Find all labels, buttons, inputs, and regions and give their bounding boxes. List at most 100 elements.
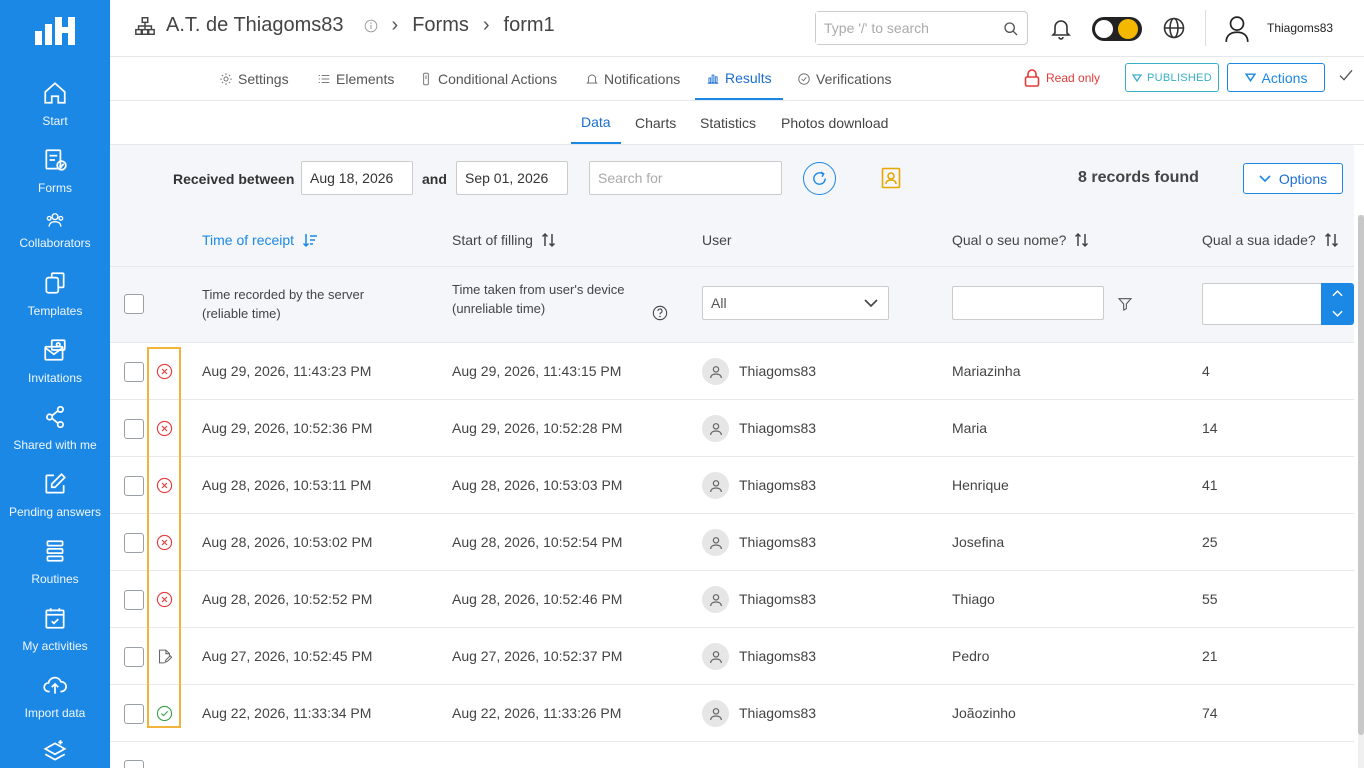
edit-icon xyxy=(45,473,66,494)
table-row[interactable]: Aug 27, 2026, 10:52:45 PM Aug 27, 2026, 1… xyxy=(110,628,1354,685)
sidebar-item-activities[interactable]: My activities xyxy=(0,605,110,667)
column-user[interactable]: User xyxy=(702,232,732,248)
app-logo[interactable] xyxy=(0,0,110,62)
user-filter-value: All xyxy=(711,295,727,311)
date-to-input[interactable]: Sep 01, 2026 xyxy=(456,161,568,195)
receipt-note: Time recorded by the server (reliable ti… xyxy=(202,285,364,323)
cell-time-of-receipt: Aug 28, 2026, 10:53:02 PM xyxy=(202,534,373,550)
column-time-of-receipt[interactable]: Time of receipt xyxy=(202,232,318,248)
invitations-icon xyxy=(44,339,66,361)
scrollbar-thumb[interactable] xyxy=(1358,215,1364,735)
column-name[interactable]: Qual o seu nome? xyxy=(952,232,1090,248)
select-all-checkbox[interactable] xyxy=(124,294,144,314)
help-icon[interactable] xyxy=(652,305,668,321)
published-button[interactable]: PUBLISHED xyxy=(1125,63,1219,92)
row-checkbox[interactable] xyxy=(124,647,144,667)
row-checkbox[interactable] xyxy=(124,704,144,724)
tab-settings[interactable]: Settings xyxy=(219,57,289,100)
filter-icon[interactable] xyxy=(1117,296,1133,312)
crumb-forms[interactable]: Forms xyxy=(412,14,469,37)
read-only-label: Read only xyxy=(1046,71,1101,85)
cell-name: Joãozinho xyxy=(952,705,1016,721)
user-name[interactable]: Thiagoms83 xyxy=(1267,21,1333,35)
row-checkbox[interactable] xyxy=(124,419,144,439)
filling-note-line1: Time taken from user's device xyxy=(452,282,625,297)
forms-icon xyxy=(45,149,67,171)
workspace-title[interactable]: A.T. de Thiagoms83 xyxy=(166,14,344,37)
records-search-input[interactable]: Search for xyxy=(589,161,782,195)
tab-notifications[interactable]: Notifications xyxy=(585,57,680,100)
subtab-data[interactable]: Data xyxy=(571,101,621,144)
table-row[interactable]: Aug 29, 2026, 11:43:23 PM Aug 29, 2026, 1… xyxy=(110,343,1354,400)
row-checkbox[interactable] xyxy=(124,533,144,553)
column-label: Time of receipt xyxy=(202,232,295,248)
sidebar-item-import[interactable]: Import data xyxy=(0,672,110,734)
cloud-upload-icon xyxy=(43,676,67,694)
sidebar-item-templates[interactable]: Templates xyxy=(0,270,110,332)
refresh-button[interactable] xyxy=(803,162,836,195)
tab-verifications[interactable]: Verifications xyxy=(797,57,891,100)
tab-label: Verifications xyxy=(816,70,892,87)
sidebar-item-forms[interactable]: Forms xyxy=(0,147,110,209)
crumb-form[interactable]: form1 xyxy=(504,14,555,37)
row-checkbox[interactable] xyxy=(124,590,144,610)
globe-icon[interactable] xyxy=(1162,16,1186,40)
subtab-photos-download[interactable]: Photos download xyxy=(781,101,888,144)
chevron-down-icon[interactable] xyxy=(1332,310,1343,318)
user-icon xyxy=(709,707,722,720)
actions-button[interactable]: Actions xyxy=(1227,63,1325,92)
row-checkbox[interactable] xyxy=(124,476,144,496)
column-label: User xyxy=(702,232,732,248)
theme-toggle[interactable] xyxy=(1092,17,1142,41)
divider xyxy=(1205,10,1206,46)
org-chart-icon xyxy=(135,16,155,35)
sidebar-item-routines[interactable]: Routines xyxy=(0,538,110,600)
table-row[interactable]: Aug 28, 2026, 10:53:02 PM Aug 28, 2026, 1… xyxy=(110,514,1354,571)
cell-user: Thiagoms83 xyxy=(739,705,817,721)
check-icon[interactable] xyxy=(1338,67,1354,83)
chevron-right-icon: › xyxy=(482,14,490,36)
subtab-charts[interactable]: Charts xyxy=(635,101,676,144)
cell-age: 55 xyxy=(1202,591,1218,607)
sidebar-item-collaborators[interactable]: Collaborators xyxy=(0,210,110,272)
global-search-input[interactable] xyxy=(816,12,996,44)
name-filter-input[interactable] xyxy=(952,286,1104,320)
cell-user: Thiagoms83 xyxy=(739,534,817,550)
column-age[interactable]: Qual a sua idade? xyxy=(1202,232,1340,248)
sort-icon xyxy=(1075,232,1089,248)
table-scrollbar[interactable] xyxy=(1358,215,1364,768)
table-row[interactable]: Aug 28, 2026, 10:53:11 PM Aug 28, 2026, 1… xyxy=(110,457,1354,514)
age-filter-input[interactable] xyxy=(1202,283,1322,325)
sidebar-item-layers[interactable] xyxy=(0,738,110,768)
column-start-of-filling[interactable]: Start of filling xyxy=(452,232,557,248)
chevron-up-icon[interactable] xyxy=(1332,289,1343,297)
sidebar-item-invitations[interactable]: Invitations xyxy=(0,337,110,399)
user-avatar-icon[interactable] xyxy=(1224,15,1250,43)
table-row[interactable]: Aug 29, 2026, 10:52:36 PM Aug 29, 2026, 1… xyxy=(110,400,1354,457)
bell-icon[interactable] xyxy=(1049,16,1073,40)
user-icon xyxy=(709,650,722,663)
tab-results[interactable]: Results xyxy=(695,57,783,100)
sidebar-item-label: Routines xyxy=(31,572,79,586)
tab-elements[interactable]: Elements xyxy=(317,57,394,100)
sidebar-item-start[interactable]: Start xyxy=(0,80,110,142)
info-icon[interactable] xyxy=(364,19,378,33)
options-button[interactable]: Options xyxy=(1243,163,1343,194)
age-stepper[interactable] xyxy=(1321,283,1354,325)
date-from-input[interactable]: Aug 18, 2026 xyxy=(301,161,413,195)
sidebar-item-label: Templates xyxy=(27,304,83,318)
tab-conditional-actions[interactable]: Conditional Actions xyxy=(419,57,557,100)
sidebar-item-shared[interactable]: Shared with me xyxy=(0,404,110,466)
search-icon[interactable] xyxy=(1003,21,1019,37)
table-row[interactable]: Aug 28, 2026, 10:52:52 PM Aug 28, 2026, 1… xyxy=(110,571,1354,628)
sidebar-item-pending[interactable]: Pending answers xyxy=(0,471,110,533)
avatar xyxy=(702,529,729,556)
row-checkbox[interactable] xyxy=(124,760,144,768)
user-filter-select[interactable]: All xyxy=(702,286,889,320)
subtab-statistics[interactable]: Statistics xyxy=(700,101,756,144)
sidebar-item-label: Shared with me xyxy=(13,438,97,452)
row-checkbox[interactable] xyxy=(124,362,144,382)
table-row[interactable]: Aug 22, 2026, 11:33:34 PM Aug 22, 2026, 1… xyxy=(110,685,1354,742)
filter-bar: Received between Aug 18, 2026 and Sep 01… xyxy=(110,145,1354,215)
contact-book-icon[interactable] xyxy=(881,167,901,189)
